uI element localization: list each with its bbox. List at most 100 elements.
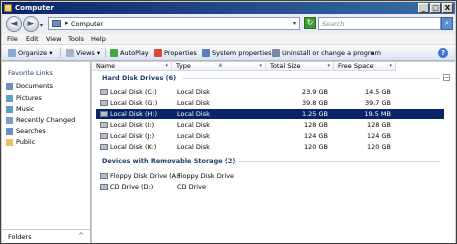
menu-view[interactable]: View (46, 35, 61, 43)
nav-item-pictures[interactable]: Pictures (6, 93, 42, 103)
drive-free-space: 14.5 GB (364, 88, 391, 96)
table-row[interactable]: Floppy Disk Drive (A:) Floppy Disk Drive (96, 171, 444, 181)
minimize-button[interactable]: _ (418, 3, 429, 13)
drive-name: Local Disk (G:) (110, 99, 158, 107)
search-placeholder: Search (322, 20, 345, 28)
drive-icon (100, 100, 108, 106)
uninstall-button[interactable]: Uninstall or change a program (272, 48, 381, 58)
menu-edit[interactable]: Edit (26, 35, 39, 43)
properties-button[interactable]: Properties (154, 48, 197, 58)
views-button[interactable]: Views ▾ (66, 48, 100, 58)
system-properties-button[interactable]: System properties (202, 48, 271, 58)
table-row[interactable]: Local Disk (K:) Local Disk 120 GB 120 GB (96, 142, 444, 152)
drive-total-size: 128 GB (304, 121, 328, 129)
properties-label: Properties (164, 49, 197, 57)
nav-item-label: Public (16, 138, 36, 146)
nav-item-public[interactable]: Public (6, 137, 35, 147)
group-removable-storage[interactable]: Devices with Removable Storage (2) (102, 157, 235, 165)
chevron-up-icon: ^ (78, 232, 84, 240)
table-row[interactable]: CD Drive (D:) CD Drive (96, 182, 444, 192)
menu-help[interactable]: Help (91, 35, 106, 43)
recent-pages-dropdown[interactable]: ▾ (40, 22, 43, 29)
sort-up-icon: ▲ (218, 62, 223, 68)
chevron-down-icon[interactable]: ▾ (293, 20, 296, 27)
table-row[interactable]: Local Disk (J:) Local Disk 124 GB 124 GB (96, 131, 444, 141)
column-total-size-label: Total Size (270, 62, 301, 70)
drive-free-space: 19.5 MB (364, 110, 391, 118)
chevron-down-icon[interactable]: ▾ (165, 62, 168, 71)
nav-item-music[interactable]: Music (6, 104, 35, 114)
folders-toggle[interactable]: Folders ^ (2, 229, 90, 243)
drive-icon (100, 89, 108, 95)
table-row[interactable]: Local Disk (G:) Local Disk 39.8 GB 39.7 … (96, 98, 444, 108)
column-name-label: Name (96, 62, 116, 70)
window-title: Computer (15, 4, 54, 12)
drive-type: Local Disk (177, 110, 210, 118)
nav-item-label: Music (16, 105, 35, 113)
drive-type: CD Drive (177, 183, 206, 191)
forward-button[interactable]: ► (23, 16, 39, 32)
organize-button[interactable]: Organize ▾ (8, 48, 52, 58)
menu-tools[interactable]: Tools (68, 35, 84, 43)
collapse-icon[interactable]: − (443, 74, 450, 81)
system-properties-label: System properties (212, 49, 272, 57)
table-row[interactable]: Local Disk (C:) Local Disk 23.9 GB 14.5 … (96, 87, 444, 97)
drive-total-size: 124 GB (304, 132, 328, 140)
forward-arrow-icon: ► (27, 19, 35, 29)
favorite-links-heading: Favorite Links (8, 69, 53, 77)
column-type-label: Type (176, 62, 191, 70)
nav-item-searches[interactable]: Searches (6, 126, 46, 136)
pictures-icon (6, 94, 13, 102)
close-button[interactable]: X (442, 3, 453, 13)
search-input[interactable]: Search (318, 17, 441, 30)
table-row[interactable]: Local Disk (I:) Local Disk 128 GB 128 GB (96, 120, 444, 130)
drive-type: Local Disk (177, 132, 210, 140)
column-free-space-label: Free Space (338, 62, 374, 70)
address-field[interactable]: ▸ Computer ▾ (48, 17, 300, 30)
nav-item-recently-changed[interactable]: Recently Changed (6, 115, 75, 125)
help-icon[interactable]: ? (438, 48, 448, 58)
chevron-down-icon[interactable]: ▾ (259, 62, 262, 71)
column-header-total-size[interactable]: Total Size ▾ (266, 62, 334, 71)
column-header-name[interactable]: Name ▾ (92, 62, 172, 71)
recently-changed-icon (6, 116, 13, 124)
drive-total-size: 1.25 GB (301, 110, 328, 118)
navigation-pane: Favorite Links Documents Pictures Music … (2, 62, 91, 243)
group-hard-disk-drives[interactable]: Hard Disk Drives (6) (102, 74, 176, 82)
more-commands-chevron-icon[interactable]: » (370, 48, 374, 58)
nav-item-documents[interactable]: Documents (6, 81, 53, 91)
drive-type: Local Disk (177, 143, 210, 151)
autoplay-button[interactable]: AutoPlay (110, 48, 149, 58)
chevron-down-icon[interactable]: ▾ (327, 62, 330, 71)
computer-icon (52, 20, 61, 27)
drive-free-space: 120 GB (367, 143, 391, 151)
uninstall-icon (272, 49, 280, 57)
music-icon (6, 105, 13, 113)
back-button[interactable]: ◄ (6, 16, 22, 32)
drive-name: Local Disk (C:) (110, 88, 157, 96)
address-location: Computer (71, 20, 104, 28)
drive-type: Floppy Disk Drive (177, 172, 235, 180)
column-header-free-space[interactable]: Free Space ▾ (334, 62, 396, 71)
nav-item-label: Searches (16, 127, 46, 135)
documents-icon (6, 82, 13, 90)
folder-icon (6, 138, 13, 146)
chevron-right-icon[interactable]: ▸ (65, 19, 69, 27)
maximize-button[interactable]: □ (430, 3, 441, 13)
search-icon[interactable]: ⌕ (441, 17, 453, 30)
drive-type: Local Disk (177, 99, 210, 107)
cd-drive-icon (100, 184, 108, 190)
organize-icon (8, 49, 16, 57)
nav-item-label: Recently Changed (16, 116, 76, 124)
drive-icon (100, 144, 108, 150)
table-row-selected[interactable]: Local Disk (H:) Local Disk 1.25 GB 19.5 … (96, 109, 444, 119)
menu-file[interactable]: File (7, 35, 18, 43)
chevron-down-icon[interactable]: ▾ (389, 62, 392, 71)
floppy-drive-icon (100, 173, 108, 179)
refresh-button[interactable]: ↻ (304, 17, 316, 29)
drive-free-space: 128 GB (367, 121, 391, 129)
title-bar[interactable]: Computer _ □ X (2, 2, 455, 14)
column-header-type[interactable]: Type ▲ ▾ (172, 62, 266, 71)
drive-icon (100, 111, 108, 117)
computer-icon (4, 4, 12, 12)
